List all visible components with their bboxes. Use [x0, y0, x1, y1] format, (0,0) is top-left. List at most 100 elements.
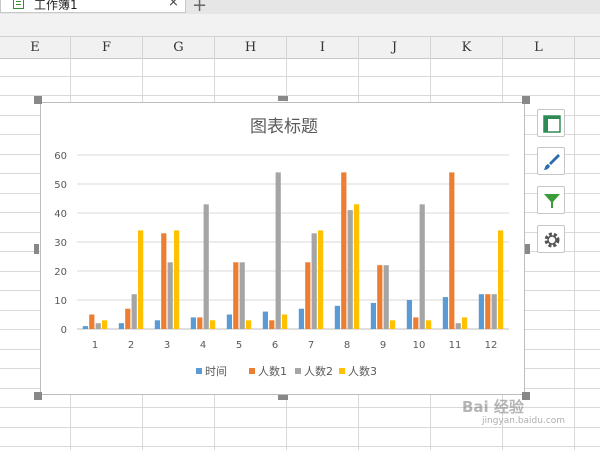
bar-1-8[interactable]: [334, 305, 340, 329]
bar-1-1[interactable]: [82, 326, 88, 329]
bar-1-4[interactable]: [190, 317, 196, 329]
bar-2-9[interactable]: [377, 265, 383, 329]
column-header-j[interactable]: J: [359, 37, 431, 58]
bar-4-11[interactable]: [462, 317, 468, 329]
row-gridline: [0, 95, 600, 96]
resize-handle[interactable]: [34, 244, 39, 254]
y-tick-label: 10: [54, 296, 67, 307]
row-gridline: [0, 76, 600, 77]
resize-handle[interactable]: [522, 96, 530, 104]
bar-4-1[interactable]: [102, 320, 108, 329]
row-gridline: [0, 427, 600, 428]
bar-4-8[interactable]: [354, 204, 360, 329]
bar-4-10[interactable]: [426, 320, 432, 329]
bar-4-7[interactable]: [318, 230, 324, 329]
bar-2-5[interactable]: [233, 262, 239, 329]
bar-4-12[interactable]: [498, 230, 504, 329]
chart-elements-button[interactable]: [537, 109, 565, 137]
bar-1-5[interactable]: [226, 314, 232, 330]
bar-3-11[interactable]: [455, 323, 461, 329]
column-header-e[interactable]: E: [0, 37, 71, 58]
chart-svg: 图表标题 0102030405060 1 2 3 4 5 6 7 8 9 10 11 12 时间 人数1…: [54, 117, 509, 378]
chart-settings-icon: [544, 232, 560, 248]
x-tick-label: 5: [236, 340, 242, 351]
bar-1-9[interactable]: [370, 302, 376, 329]
bar-2-4[interactable]: [197, 317, 203, 329]
bar-2-12[interactable]: [485, 294, 491, 329]
bar-2-11[interactable]: [449, 172, 455, 329]
bar-1-10[interactable]: [406, 300, 412, 329]
bar-2-1[interactable]: [89, 314, 95, 330]
bar-2-8[interactable]: [341, 172, 347, 329]
bar-1-7[interactable]: [298, 308, 304, 329]
bar-2-7[interactable]: [305, 262, 311, 329]
column-header-k[interactable]: K: [431, 37, 503, 58]
chart-elements-icon: [543, 115, 561, 133]
chart-settings-button[interactable]: [537, 225, 565, 253]
column-header-h[interactable]: H: [215, 37, 287, 58]
y-tick-label: 20: [54, 267, 67, 278]
bar-4-4[interactable]: [210, 320, 216, 329]
bar-1-12[interactable]: [478, 294, 484, 329]
resize-handle[interactable]: [278, 96, 288, 101]
x-tick-label: 2: [128, 340, 134, 351]
bar-1-6[interactable]: [262, 311, 268, 329]
column-header-l[interactable]: L: [503, 37, 575, 58]
x-tick-label: 11: [449, 340, 462, 351]
sheet-tab[interactable]: 工作簿1 ×: [0, 0, 186, 13]
bar-4-5[interactable]: [246, 320, 252, 329]
bar-2-2[interactable]: [125, 308, 131, 329]
column-header-g[interactable]: G: [143, 37, 215, 58]
x-tick-label: 7: [308, 340, 314, 351]
bar-1-2[interactable]: [118, 323, 124, 329]
resize-handle[interactable]: [34, 96, 42, 104]
x-tick-label: 10: [413, 340, 426, 351]
resize-handle[interactable]: [525, 244, 530, 254]
bar-4-2[interactable]: [138, 230, 144, 329]
bar-2-6[interactable]: [269, 320, 275, 329]
bar-3-10[interactable]: [419, 204, 425, 329]
bar-4-9[interactable]: [390, 320, 396, 329]
new-tab-button[interactable]: +: [192, 0, 207, 14]
legend-swatch: [339, 368, 345, 374]
sheet-tab-title: 工作簿1: [34, 0, 78, 12]
bar-4-6[interactable]: [282, 314, 288, 330]
chart-title[interactable]: 图表标题: [250, 117, 318, 137]
bar-2-10[interactable]: [413, 317, 419, 329]
bar-3-12[interactable]: [491, 294, 497, 329]
column-header-i[interactable]: I: [287, 37, 359, 58]
x-tick-label: 8: [344, 340, 350, 351]
spreadsheet-icon: [13, 0, 24, 9]
x-tick-label: 6: [272, 340, 278, 351]
bar-3-3[interactable]: [167, 262, 173, 329]
column-header-row: E F G H I J K L: [0, 37, 600, 59]
sheet-tab-bar: 工作簿1 × +: [0, 0, 600, 14]
bar-2-3[interactable]: [161, 233, 167, 329]
legend-label[interactable]: 时间: [205, 365, 227, 378]
bar-3-7[interactable]: [311, 233, 317, 329]
bar-3-6[interactable]: [275, 172, 281, 329]
bar-3-9[interactable]: [383, 265, 389, 329]
y-tick-label: 30: [54, 238, 67, 249]
resize-handle[interactable]: [278, 395, 288, 400]
resize-handle[interactable]: [34, 392, 42, 400]
bar-3-8[interactable]: [347, 210, 353, 329]
bar-3-4[interactable]: [203, 204, 209, 329]
bar-3-5[interactable]: [239, 262, 245, 329]
close-tab-icon[interactable]: ×: [168, 0, 179, 10]
legend-label[interactable]: 人数2: [304, 365, 333, 378]
legend-label[interactable]: 人数3: [348, 365, 377, 378]
legend-swatch: [196, 368, 202, 374]
chart-filter-button[interactable]: [537, 186, 565, 214]
bar-1-3[interactable]: [154, 320, 160, 329]
column-header-f[interactable]: F: [71, 37, 143, 58]
x-tick-label: 9: [380, 340, 386, 351]
legend-label[interactable]: 人数1: [258, 365, 287, 378]
bar-3-1[interactable]: [95, 323, 101, 329]
bar-4-3[interactable]: [174, 230, 180, 329]
chart-object[interactable]: 图表标题 0 10 20 30 40 50 60 1 2 3 4 5 6 7 8 9 10 11 12 时间 人数1…: [40, 102, 525, 395]
bar-3-2[interactable]: [131, 294, 137, 329]
formula-bar[interactable]: [0, 14, 600, 37]
bar-1-11[interactable]: [442, 297, 448, 329]
chart-style-button[interactable]: [537, 147, 565, 175]
